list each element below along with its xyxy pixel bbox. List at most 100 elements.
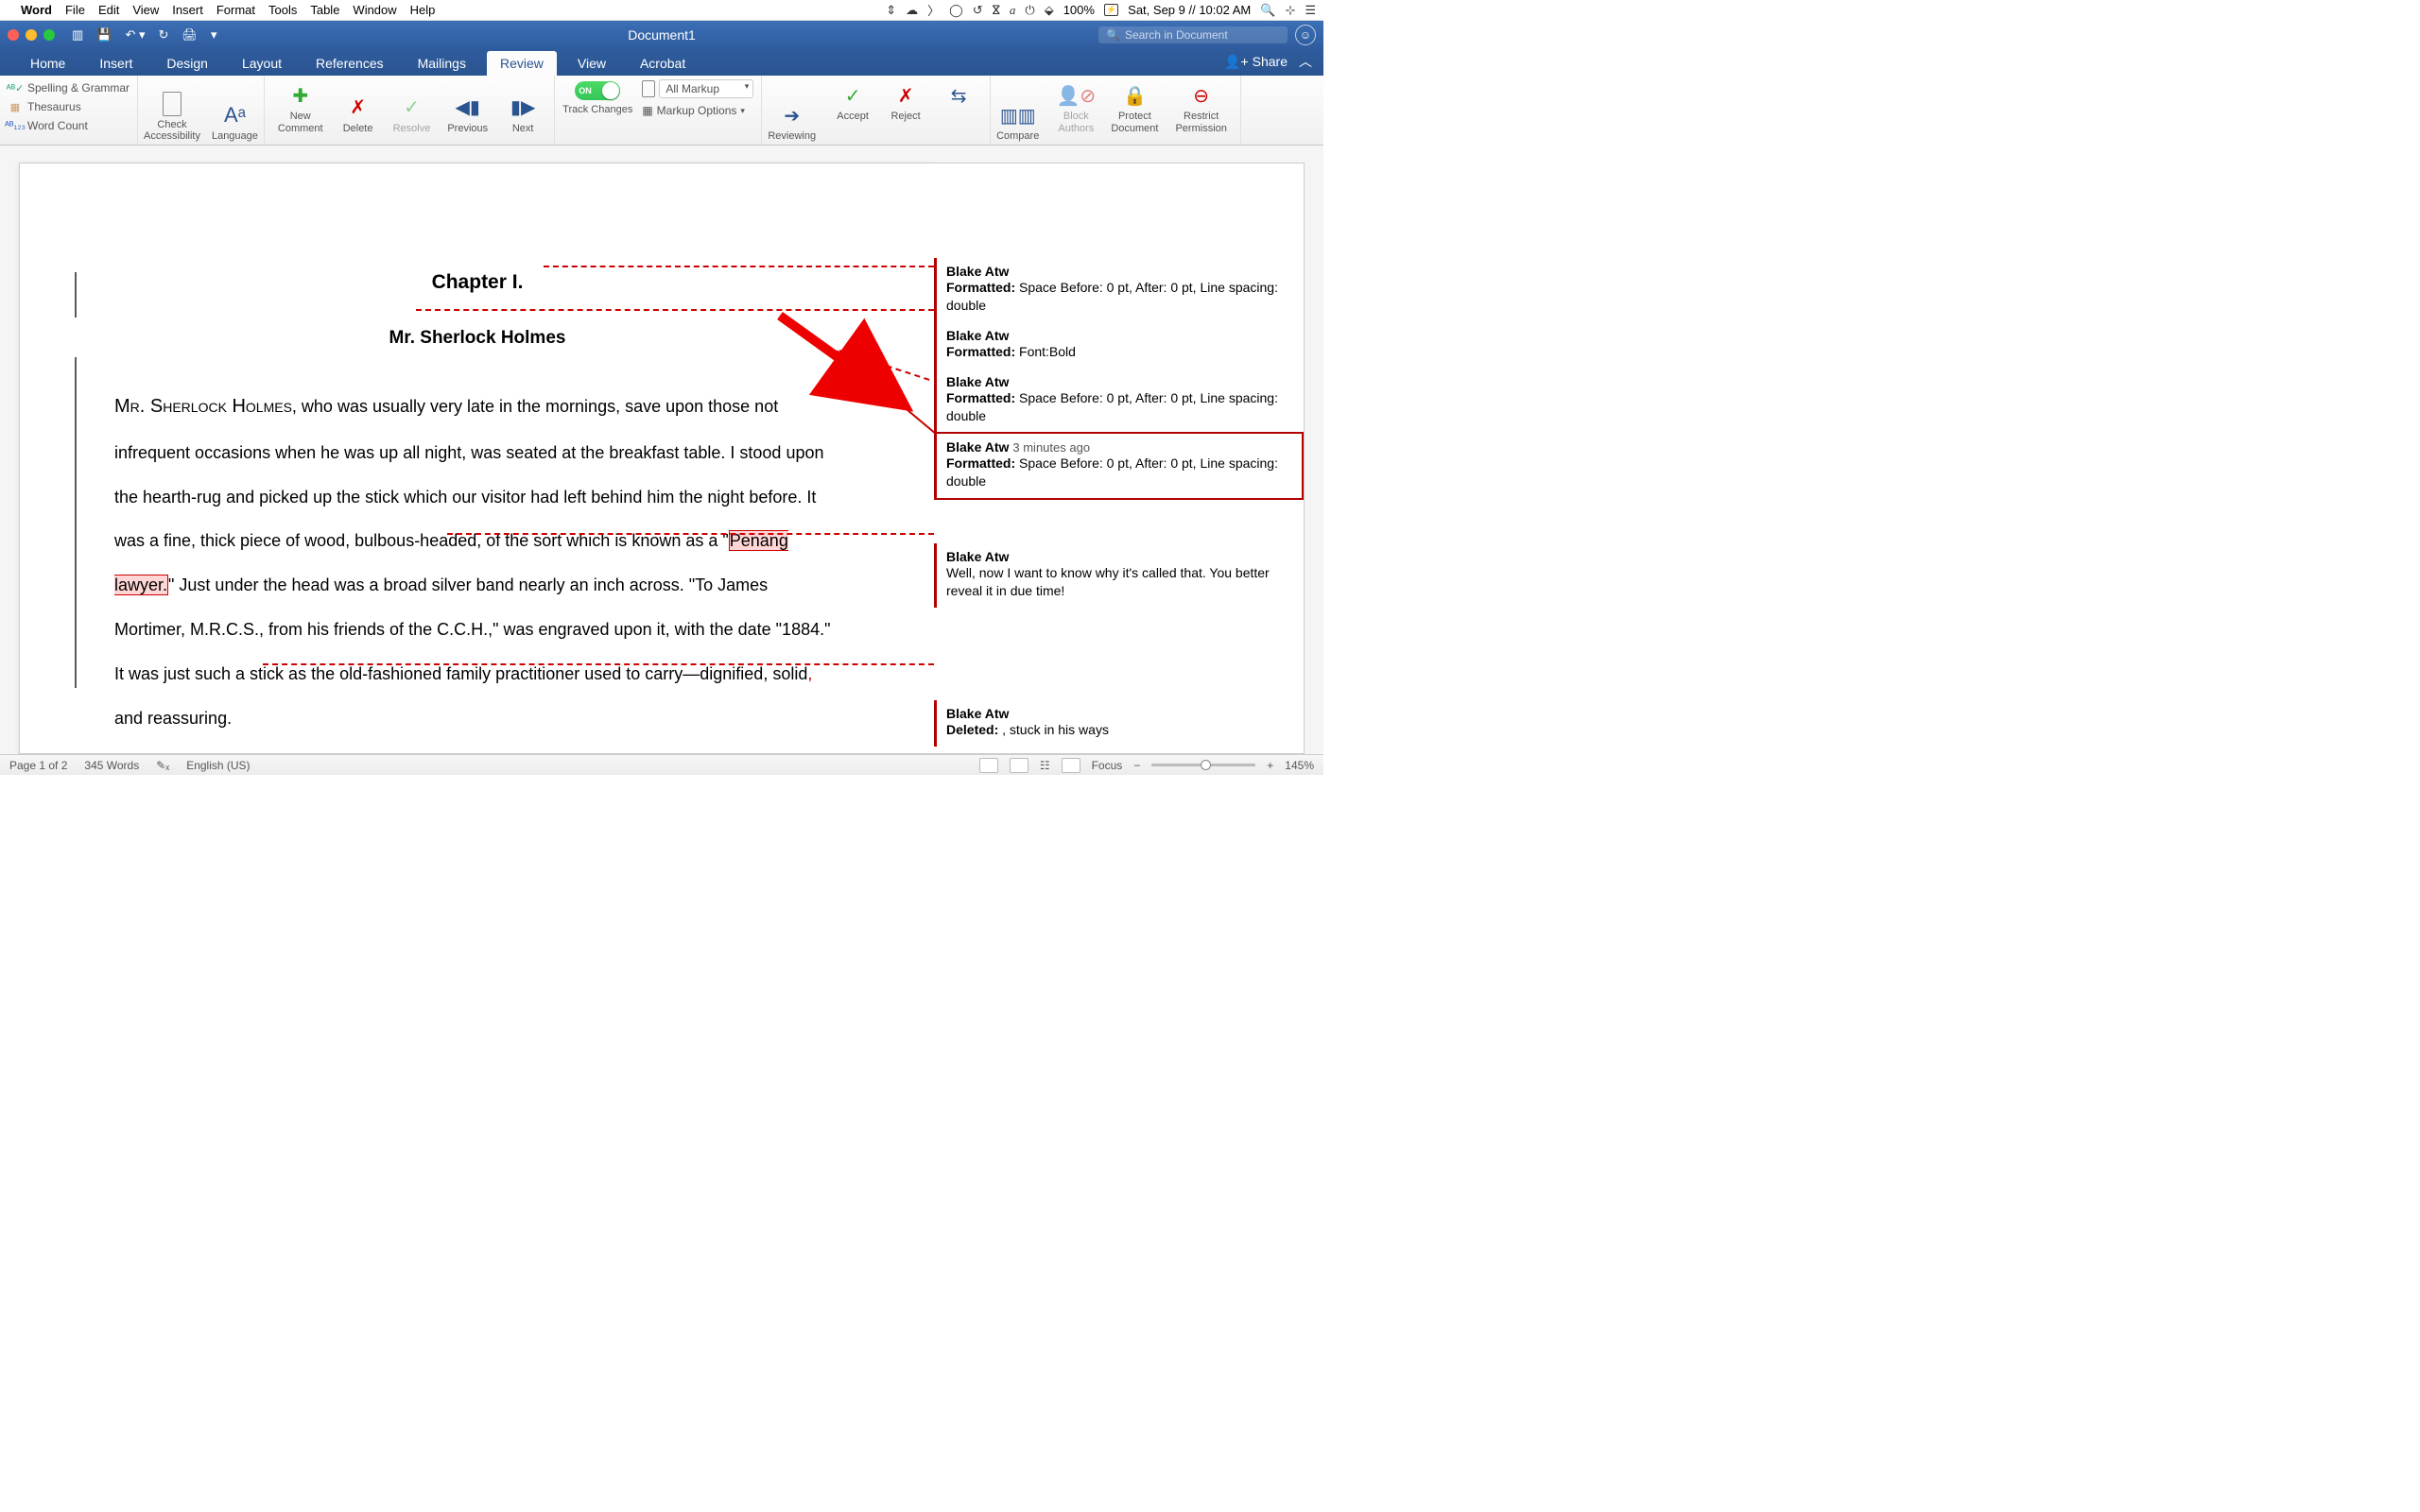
zoom-slider[interactable] [1151, 764, 1255, 766]
dropbox-icon[interactable]: ⇕ [886, 3, 896, 18]
language-button[interactable]: Aᵃ Language [206, 76, 264, 145]
new-comment-icon: ✚ [287, 82, 314, 109]
revision-item-selected[interactable]: Blake Atw3 minutes ago Formatted: Space … [934, 432, 1304, 500]
document-page[interactable]: Chapter I. Mr. Sherlock Holmes Mr. Sherl… [19, 163, 936, 754]
siri-icon[interactable]: ⊹ [1285, 3, 1295, 18]
change-bar [75, 272, 77, 318]
maximize-window-button[interactable] [43, 29, 55, 41]
tab-acrobat[interactable]: Acrobat [627, 51, 699, 76]
status-bar: Page 1 of 2 345 Words ✎ₓ English (US) ☷ … [0, 754, 1323, 775]
qat-customize-icon[interactable]: ▾ [211, 27, 217, 43]
redo-icon[interactable]: ↻ [159, 27, 169, 43]
focus-view-button[interactable] [1062, 758, 1080, 773]
previous-comment-button[interactable]: ◀▮Previous [441, 79, 493, 136]
battery-icon[interactable]: ⚡ [1104, 4, 1118, 16]
search-input[interactable]: 🔍 Search in Document [1098, 26, 1288, 43]
menu-insert[interactable]: Insert [172, 3, 203, 17]
zoom-out-button[interactable]: − [1133, 759, 1140, 772]
restrict-permission-button[interactable]: ⊖Restrict Permission [1169, 79, 1232, 136]
collapse-ribbon-icon[interactable]: ︿ [1299, 52, 1312, 71]
compare-icon: ▥▥ [1005, 102, 1031, 129]
thesaurus-button[interactable]: ▦Thesaurus [8, 98, 130, 115]
chevron-right-icon[interactable]: 〉 [927, 1, 940, 19]
tab-home[interactable]: Home [17, 51, 78, 76]
tab-layout[interactable]: Layout [229, 51, 295, 76]
focus-label[interactable]: Focus [1092, 759, 1123, 772]
tab-design[interactable]: Design [153, 51, 221, 76]
save-icon[interactable]: 💾 [96, 27, 112, 43]
spelling-grammar-button[interactable]: ᴬᴮ✓Spelling & Grammar [8, 79, 130, 96]
clock[interactable]: Sat, Sep 9 // 10:02 AM [1128, 3, 1251, 17]
word-count-button[interactable]: ᴬᴮ₁₂₃Word Count [8, 117, 130, 134]
app-name[interactable]: Word [21, 3, 52, 17]
zoom-level[interactable]: 145% [1285, 759, 1314, 772]
menu-window[interactable]: Window [353, 3, 396, 17]
accept-button[interactable]: Accept [829, 79, 876, 125]
close-window-button[interactable] [8, 29, 19, 41]
protect-document-button[interactable]: 🔒Protect Document [1105, 79, 1164, 136]
document-area: Chapter I. Mr. Sherlock Holmes Mr. Sherl… [0, 146, 1323, 754]
wifi-icon[interactable]: ⬙ [1045, 3, 1054, 18]
web-layout-view-button[interactable] [1010, 758, 1028, 773]
compare-button[interactable]: ▥▥ Compare [991, 76, 1045, 145]
proofing-group: ᴬᴮ✓Spelling & Grammar ▦Thesaurus ᴬᴮ₁₂₃Wo… [0, 76, 138, 145]
spelling-icon: ᴬᴮ✓ [8, 80, 23, 95]
menu-tools[interactable]: Tools [268, 3, 297, 17]
delete-comment-button[interactable]: Delete [335, 79, 382, 136]
revision-item[interactable]: Blake Atw Formatted: Space Before: 0 pt,… [934, 258, 1304, 322]
minimize-window-button[interactable] [26, 29, 37, 41]
word-count-indicator[interactable]: 345 Words [84, 759, 139, 772]
outline-view-icon[interactable]: ☷ [1040, 759, 1050, 772]
revision-item[interactable]: Blake Atw Formatted: Font:Bold [934, 322, 1304, 369]
tab-mailings[interactable]: Mailings [405, 51, 479, 76]
new-comment-button[interactable]: ✚New Comment [272, 79, 329, 136]
language-indicator[interactable]: English (US) [186, 759, 250, 772]
next-comment-button[interactable]: ▮▶Next [499, 79, 546, 136]
menu-table[interactable]: Table [310, 3, 339, 17]
restrict-icon: ⊖ [1188, 82, 1215, 109]
feedback-icon[interactable]: ☺ [1295, 25, 1316, 45]
thesaurus-icon: ▦ [8, 99, 23, 114]
zoom-in-button[interactable]: + [1267, 759, 1273, 772]
tracking-group: ON Track Changes All Markup ▦ Markup Opt… [555, 76, 762, 145]
menu-view[interactable]: View [132, 3, 159, 17]
spell-check-icon[interactable]: ✎ₓ [156, 759, 169, 772]
history-icon[interactable]: ↺ [973, 3, 983, 18]
spotlight-icon[interactable]: 🔍 [1260, 3, 1275, 18]
qat-icon[interactable]: ▥ [72, 27, 83, 43]
script-a-icon[interactable]: a [1010, 3, 1016, 18]
markup-display-dropdown[interactable]: All Markup [659, 79, 753, 98]
resolve-comment-button[interactable]: Resolve [388, 79, 437, 136]
chapter-title: Chapter I. [114, 267, 840, 298]
wordcount-icon: ᴬᴮ₁₂₃ [8, 118, 23, 133]
print-layout-view-button[interactable] [979, 758, 998, 773]
print-icon[interactable]: 🖨 [182, 27, 198, 43]
power-icon[interactable]: ⏻ [1025, 3, 1034, 18]
flame-icon[interactable]: ⴵ [993, 3, 1000, 18]
menu-format[interactable]: Format [216, 3, 255, 17]
menu-edit[interactable]: Edit [98, 3, 119, 17]
revision-item[interactable]: Blake Atw Deleted: , stuck in his ways [934, 700, 1304, 747]
page-indicator[interactable]: Page 1 of 2 [9, 759, 67, 772]
track-changes-toggle[interactable]: ON [575, 81, 620, 100]
block-authors-button[interactable]: 👤⊘Block Authors [1052, 79, 1099, 136]
cloud-icon[interactable]: ☁ [906, 3, 918, 18]
revision-item[interactable]: Blake Atw Formatted: Space Before: 0 pt,… [934, 369, 1304, 433]
nav-changes-button[interactable]: ⇆ [935, 79, 982, 125]
tab-insert[interactable]: Insert [86, 51, 146, 76]
markup-options-button[interactable]: Markup Options [657, 104, 737, 117]
tab-review[interactable]: Review [487, 51, 557, 76]
reviewing-pane-button[interactable]: Reviewing [762, 76, 821, 145]
share-button[interactable]: 👤+ Share ︿ [1213, 47, 1323, 76]
undo-icon[interactable]: ↶ ▾ [125, 27, 145, 43]
circle-icon[interactable]: ◯ [949, 3, 963, 18]
menu-file[interactable]: File [65, 3, 85, 17]
notification-center-icon[interactable]: ☰ [1305, 3, 1316, 18]
reject-button[interactable]: Reject [882, 79, 929, 125]
tab-references[interactable]: References [302, 51, 397, 76]
body-paragraph-1: Mr. Sherlock Holmes, who was usually ver… [114, 382, 840, 741]
check-accessibility-button[interactable]: Check Accessibility [138, 76, 206, 145]
menu-help[interactable]: Help [410, 3, 436, 17]
tab-view[interactable]: View [564, 51, 619, 76]
comment-item[interactable]: Blake Atw Well, now I want to know why i… [934, 543, 1304, 608]
